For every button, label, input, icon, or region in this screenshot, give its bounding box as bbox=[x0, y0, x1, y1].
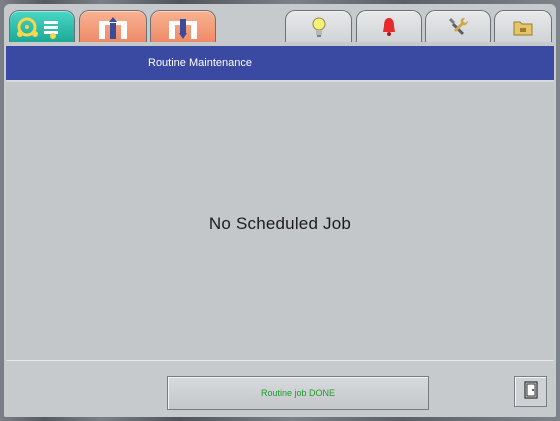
tab-alarms[interactable] bbox=[356, 10, 422, 42]
empty-state-message: No Scheduled Job bbox=[208, 214, 352, 233]
device-frame: Routine Maintenance No Scheduled Job Rou… bbox=[0, 0, 560, 421]
alarm-bell-icon bbox=[380, 16, 398, 38]
folder-icon bbox=[513, 18, 533, 36]
tab-lightbulb[interactable] bbox=[285, 10, 352, 42]
operator-upload-icon bbox=[93, 15, 133, 39]
tab-operator-up[interactable] bbox=[79, 10, 147, 42]
action-bar: Routine job DONE bbox=[6, 361, 554, 417]
routine-job-done-button[interactable]: Routine job DONE bbox=[167, 376, 429, 410]
exit-button[interactable] bbox=[514, 376, 547, 407]
tab-bar bbox=[4, 4, 556, 46]
tab-files[interactable] bbox=[494, 10, 552, 42]
lightbulb-icon bbox=[310, 16, 328, 38]
page-title: Routine Maintenance bbox=[148, 57, 252, 69]
title-bar: Routine Maintenance bbox=[6, 46, 554, 82]
screen-panel: Routine Maintenance No Scheduled Job Rou… bbox=[4, 4, 556, 417]
tab-gauges[interactable] bbox=[9, 10, 75, 42]
door-exit-icon bbox=[523, 381, 538, 402]
tab-tools[interactable] bbox=[425, 10, 491, 42]
job-list-panel: No Scheduled Job bbox=[6, 82, 554, 361]
operator-download-icon bbox=[163, 15, 203, 39]
gauge-panel-icon bbox=[15, 15, 69, 39]
tools-icon bbox=[446, 16, 470, 38]
routine-job-done-label: Routine job DONE bbox=[260, 388, 336, 398]
tab-operator-down[interactable] bbox=[150, 10, 216, 42]
